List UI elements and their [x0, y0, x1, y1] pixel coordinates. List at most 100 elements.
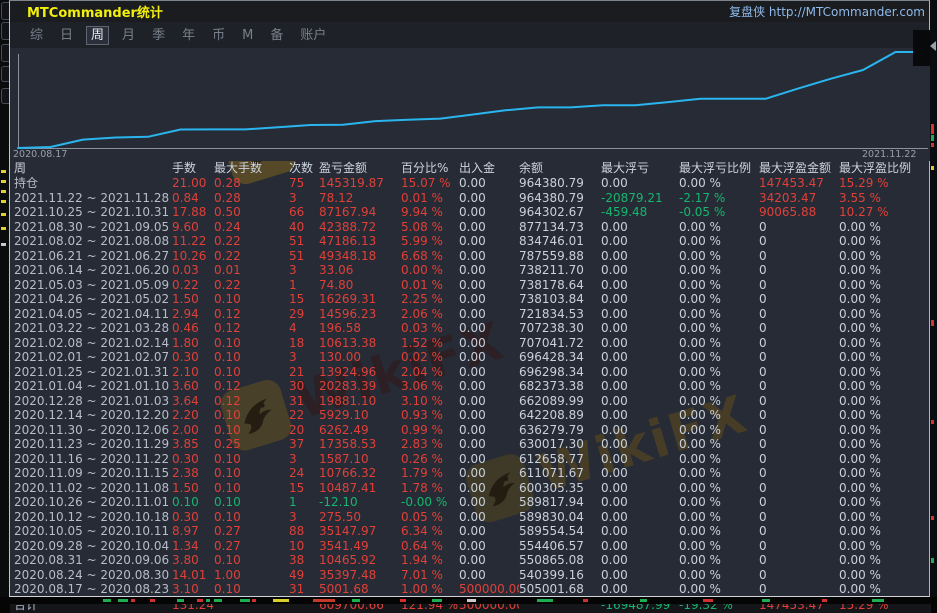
table-row[interactable]: 2020.08.24 ~ 2020.08.3014.011.004935397.…	[10, 568, 931, 583]
cell-11: 0.00 %	[839, 350, 931, 365]
table-row[interactable]: 2020.10.12 ~ 2020.10.180.300.103275.500.…	[10, 510, 931, 525]
cell-4: 74.80	[319, 278, 401, 293]
cell-6: 0.00	[459, 437, 519, 452]
cell-5: 2.06 %	[401, 307, 459, 322]
table-row[interactable]: 2021.10.25 ~ 2021.10.3117.880.506687167.…	[10, 205, 931, 220]
table-row[interactable]: 2021.08.30 ~ 2021.09.059.600.244042388.7…	[10, 220, 931, 235]
cell-11: 0.00 %	[839, 292, 931, 307]
cell-9: 0.00 %	[679, 553, 759, 568]
cell-8: 0.00	[601, 553, 679, 568]
table-row[interactable]: 2020.10.05 ~ 2020.10.118.970.278835147.9…	[10, 524, 931, 539]
cell-2: 1.00	[214, 568, 289, 583]
cell-7: 589817.94	[519, 495, 601, 510]
cell-0: 2021.05.03 ~ 2021.05.09	[14, 278, 172, 293]
cell-1: 3.64	[172, 394, 214, 409]
cell-10: 0	[759, 379, 839, 394]
menu-item-备[interactable]: 备	[266, 27, 287, 44]
menu-item-M[interactable]: M	[238, 27, 257, 44]
cell-6: 0.00	[459, 379, 519, 394]
menu-item-月[interactable]: 月	[118, 27, 139, 44]
cell-7: 738178.64	[519, 278, 601, 293]
background-candle-tick	[822, 599, 827, 602]
cell-0: 2021.06.21 ~ 2021.06.27	[14, 249, 172, 264]
cell-5: 7.01 %	[401, 568, 459, 583]
table-row[interactable]: 2020.11.30 ~ 2020.12.062.000.10206262.49…	[10, 423, 931, 438]
cell-3: 1	[289, 278, 319, 293]
table-row[interactable]: 2021.08.02 ~ 2021.08.0811.220.225147186.…	[10, 234, 931, 249]
cell-2: 0.28	[214, 191, 289, 206]
cell-9: 0.00 %	[679, 495, 759, 510]
table-row[interactable]: 2021.02.01 ~ 2021.02.070.300.103130.000.…	[10, 350, 931, 365]
table-row[interactable]: 2021.04.05 ~ 2021.04.112.940.122914596.2…	[10, 307, 931, 322]
cell-6: 0.00	[459, 278, 519, 293]
table-row[interactable]: 2021.06.14 ~ 2021.06.200.030.01333.060.0…	[10, 263, 931, 278]
cell-4: 6262.49	[319, 423, 401, 438]
background-candle-tick	[703, 599, 713, 602]
table-row[interactable]: 2021.11.22 ~ 2021.11.280.840.28378.120.0…	[10, 191, 931, 206]
table-row[interactable]: 2020.09.28 ~ 2020.10.041.340.27103541.49…	[10, 539, 931, 554]
cell-0: 2021.11.22 ~ 2021.11.28	[14, 191, 172, 206]
table-row[interactable]: 2021.06.21 ~ 2021.06.2710.260.225149348.…	[10, 249, 931, 264]
background-candle-tick	[931, 166, 934, 170]
title-bar[interactable]: MTCommander统计 复盘侠 http://MTCommander.com	[10, 1, 929, 22]
cell-7: 964380.79	[519, 191, 601, 206]
table-row[interactable]: 2021.05.03 ~ 2021.05.090.220.22174.800.0…	[10, 278, 931, 293]
col-header-11: 最大浮盈比例	[839, 160, 931, 176]
cell-3: 51	[289, 249, 319, 264]
menu-item-季[interactable]: 季	[148, 27, 169, 44]
cell-3: 31	[289, 582, 319, 597]
cell-4: 196.58	[319, 321, 401, 336]
cell-3: 29	[289, 307, 319, 322]
cell-8: 0.00	[601, 336, 679, 351]
cell-8: 0.00	[601, 365, 679, 380]
menu-item-日[interactable]: 日	[56, 27, 77, 44]
table-row[interactable]: 2021.01.25 ~ 2021.01.312.100.102113924.9…	[10, 365, 931, 380]
table-row[interactable]: 2021.02.08 ~ 2021.02.141.800.101810613.3…	[10, 336, 931, 351]
cell-3: 1	[289, 495, 319, 510]
cell-5: 2.04 %	[401, 365, 459, 380]
table-row[interactable]: 2020.08.17 ~ 2020.08.233.100.10315001.68…	[10, 582, 931, 597]
cell-0: 2021.08.02 ~ 2021.08.08	[14, 234, 172, 249]
table-row[interactable]: 2020.10.26 ~ 2020.11.010.100.101-12.10-0…	[10, 495, 931, 510]
cell-6: 0.00	[459, 176, 519, 191]
cell-8: 0.00	[601, 176, 679, 191]
table-row[interactable]: 2020.12.28 ~ 2021.01.033.640.123119881.1…	[10, 394, 931, 409]
menu-item-周[interactable]: 周	[86, 26, 109, 45]
cell-11: 0.00 %	[839, 553, 931, 568]
cell-6: 500000.00	[459, 582, 519, 597]
cell-7: 636279.79	[519, 423, 601, 438]
table-row[interactable]: 2020.11.02 ~ 2020.11.081.500.101510487.4…	[10, 481, 931, 496]
cell-2: 0.27	[214, 524, 289, 539]
table-row[interactable]: 2020.11.23 ~ 2020.11.293.850.253717358.5…	[10, 437, 931, 452]
cell-9: 0.00 %	[679, 394, 759, 409]
table-row[interactable]: 2020.08.31 ~ 2020.09.063.800.103810465.9…	[10, 553, 931, 568]
cell-2: 0.10	[214, 292, 289, 307]
table-row[interactable]: 2021.04.26 ~ 2021.05.021.500.101516269.3…	[10, 292, 931, 307]
table-row[interactable]: 2021.03.22 ~ 2021.03.280.460.124196.580.…	[10, 321, 931, 336]
cell-4: 35147.97	[319, 524, 401, 539]
background-candle-tick	[197, 599, 203, 602]
cell-3: 49	[289, 568, 319, 583]
table-row[interactable]: 2020.12.14 ~ 2020.12.202.200.10225929.10…	[10, 408, 931, 423]
cell-3: 4	[289, 321, 319, 336]
cell-8: 0.00	[601, 568, 679, 583]
menu-item-综[interactable]: 综	[26, 27, 47, 44]
cell-3: 21	[289, 365, 319, 380]
table-row[interactable]: 2021.01.04 ~ 2021.01.103.600.123020283.3…	[10, 379, 931, 394]
cell-2: 0.22	[214, 234, 289, 249]
menu-item-账户[interactable]: 账户	[296, 27, 330, 44]
cell-4: 1587.10	[319, 452, 401, 467]
cell-1: 0.30	[172, 452, 214, 467]
brand-link[interactable]: 复盘侠 http://MTCommander.com	[729, 3, 929, 20]
menu-bar: 综日周月季年币M备账户	[10, 22, 929, 48]
cell-1: 3.80	[172, 553, 214, 568]
cell-2: 0.24	[214, 220, 289, 235]
table-row[interactable]: 持仓21.000.2875145319.8715.07 %0.00964380.…	[10, 176, 931, 191]
cell-3: 18	[289, 336, 319, 351]
cell-11: 0.00 %	[839, 234, 931, 249]
table-row[interactable]: 2020.11.16 ~ 2020.11.220.300.1031587.100…	[10, 452, 931, 467]
menu-item-年[interactable]: 年	[178, 27, 199, 44]
table-row[interactable]: 2020.11.09 ~ 2020.11.152.380.102410766.3…	[10, 466, 931, 481]
cell-9: 0.00 %	[679, 292, 759, 307]
menu-item-币[interactable]: 币	[208, 27, 229, 44]
